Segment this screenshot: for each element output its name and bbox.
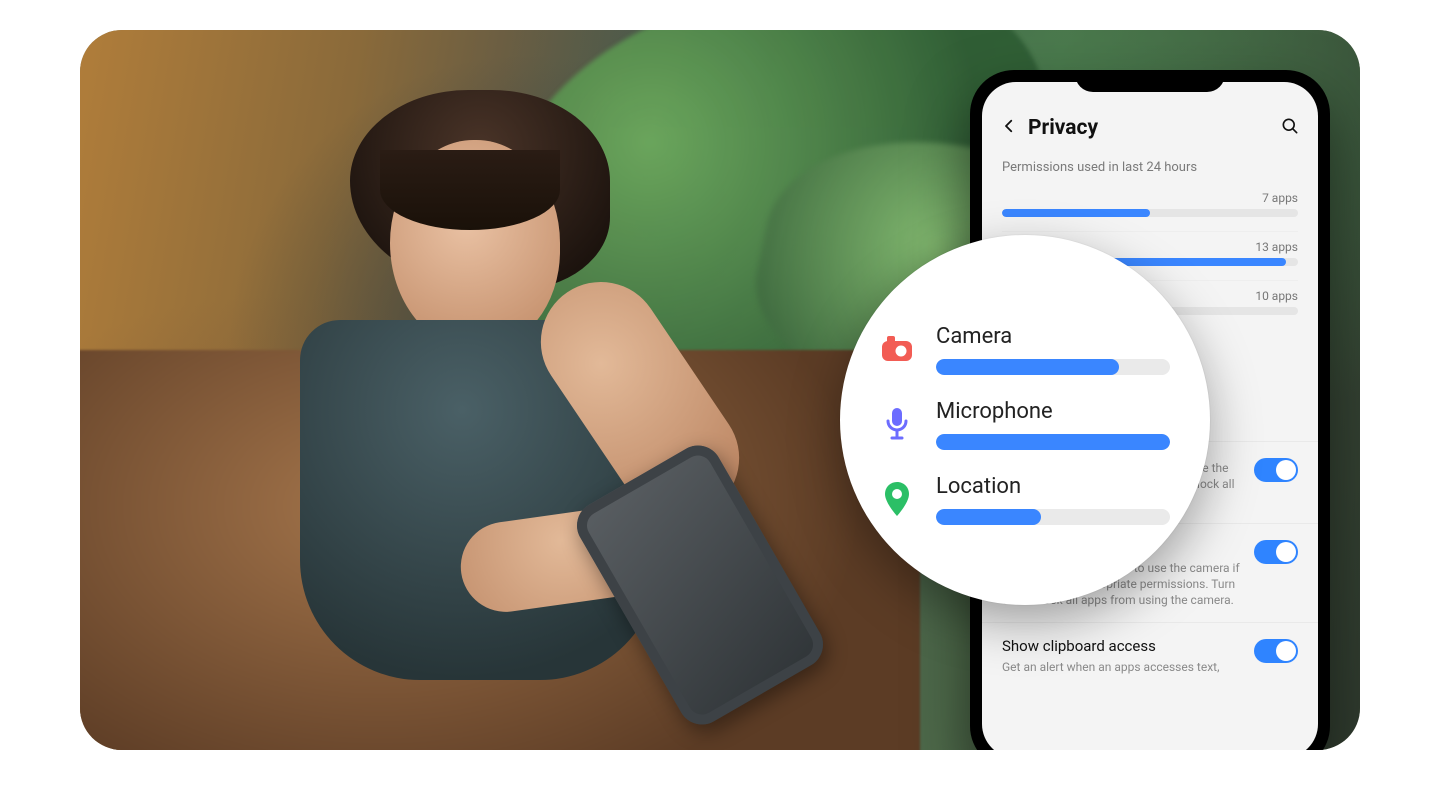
bubble-bar (936, 434, 1170, 450)
toggle-title: Show clipboard access (1002, 637, 1242, 655)
bubble-row-camera: Camera (880, 324, 1170, 375)
permission-row-camera[interactable]: 7 apps (1002, 183, 1298, 232)
bubble-label: Microphone (936, 399, 1170, 424)
location-icon (880, 481, 914, 517)
permission-bar (1002, 209, 1298, 217)
search-icon[interactable] (1280, 116, 1300, 140)
bubble-row-microphone: Microphone (880, 399, 1170, 450)
toggle-row-clipboard-access[interactable]: Show clipboard access Get an alert when … (982, 622, 1318, 689)
back-icon[interactable] (1000, 117, 1018, 139)
bubble-bar (936, 359, 1170, 375)
appbar: Privacy (982, 82, 1318, 154)
toggle-switch[interactable] (1254, 540, 1298, 564)
toggle-switch[interactable] (1254, 458, 1298, 482)
toggle-switch[interactable] (1254, 639, 1298, 663)
promo-stage: Privacy Permissions used in last 24 hour… (80, 30, 1360, 750)
bubble-bar (936, 509, 1170, 525)
section-title: Permissions used in last 24 hours (982, 154, 1318, 183)
toggle-desc: Get an alert when an apps accesses text, (1002, 659, 1242, 675)
bubble-row-location: Location (880, 474, 1170, 525)
phone-notch (1075, 70, 1225, 92)
microphone-icon (880, 407, 914, 441)
person-illustration (150, 90, 790, 730)
page-title: Privacy (1028, 116, 1098, 140)
permission-count: 7 apps (1002, 191, 1298, 205)
bubble-label: Location (936, 474, 1170, 499)
magnifier-bubble: Camera Microphone Location (840, 235, 1210, 605)
bubble-label: Camera (936, 324, 1170, 349)
camera-icon (880, 336, 914, 362)
